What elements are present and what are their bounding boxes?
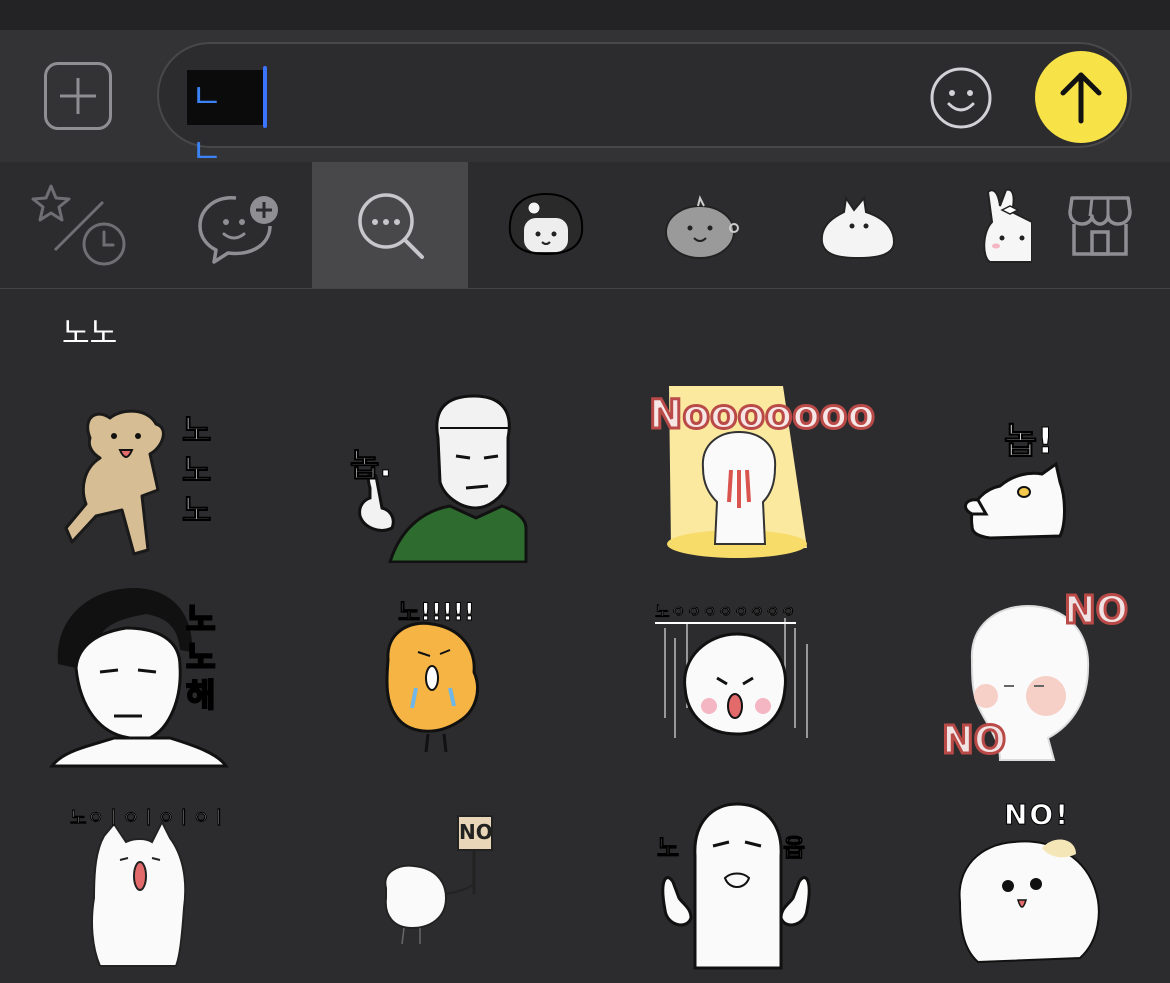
message-input-text: ㄴㄴ — [187, 70, 264, 172]
gray-blob-sticker-icon — [665, 195, 739, 259]
sticker-tab-bar — [0, 162, 1170, 289]
sticker-bear-no[interactable]: 노노노 — [30, 378, 250, 563]
sticker-caption: Nooooooo — [648, 391, 877, 440]
white-blob-sticker-icon — [820, 195, 896, 260]
sticker-caption: 노노노 — [182, 411, 212, 530]
chat-face-plus-icon — [198, 196, 278, 264]
sticker-bowlcut-nonohae[interactable]: 노노해 — [30, 588, 250, 773]
message-input[interactable]: ㄴㄴ — [157, 42, 1132, 172]
sticker-caption: NO — [1062, 587, 1129, 634]
sticker-caption: NO — [459, 820, 493, 844]
sticker-grid: 노노노 놉. Nooooooo 놉! 노노해 노!!!!! 노ㅇㅇㅇㅇㅇㅇㅇㅇ … — [0, 378, 1170, 973]
sticker-puppy-no[interactable]: NO! — [930, 798, 1150, 983]
emoji-smile-icon[interactable] — [929, 66, 993, 130]
star-clock-icon — [31, 184, 126, 266]
bunny-sticker-icon — [983, 188, 1032, 263]
top-bar — [0, 0, 1170, 30]
sticker-man-nope[interactable]: 놉. — [320, 378, 540, 563]
text-caret — [263, 66, 267, 128]
tab-recent-favorites[interactable] — [0, 162, 156, 288]
sticker-caption: 노 — [656, 834, 680, 863]
sticker-caption: NO! — [1003, 798, 1071, 832]
sticker-blob-no-sign[interactable]: NO — [320, 798, 540, 983]
tab-store[interactable] — [1032, 162, 1170, 288]
search-chat-icon — [358, 193, 424, 259]
message-composer: ㄴㄴ — [0, 30, 1170, 172]
sticker-screaming-rain[interactable]: 노ㅇㅇㅇㅇㅇㅇㅇㅇ — [625, 588, 845, 773]
sticker-caption: 노노해 — [185, 599, 216, 715]
sticker-white-seal-nope[interactable]: 놉! — [930, 378, 1150, 563]
sticker-caption: 노!!!!! — [398, 598, 476, 627]
sticker-caption-second: 옵 — [782, 834, 806, 863]
tab-pack-1[interactable] — [468, 162, 624, 288]
sticker-nooo-spotlight[interactable]: Nooooooo — [625, 378, 876, 563]
sticker-caption: 노ㅇㅇㅇㅇㅇㅇㅇㅇ — [655, 598, 797, 624]
sticker-caption: 놉. — [350, 446, 393, 485]
sticker-baby-no[interactable]: NO NO — [930, 587, 1150, 773]
sticker-caption: 놉! — [1004, 421, 1055, 463]
plus-icon — [60, 78, 96, 114]
girl-sticker-icon — [508, 192, 584, 256]
tab-pack-2[interactable] — [624, 162, 780, 288]
add-attachment-button[interactable] — [44, 62, 112, 130]
sticker-crying-chick[interactable]: 노!!!!! — [320, 588, 540, 773]
tab-emoticon-add[interactable] — [156, 162, 312, 288]
tab-search[interactable] — [312, 162, 468, 288]
sticker-caption-second: NO — [940, 717, 1007, 764]
send-button[interactable] — [1035, 51, 1127, 143]
search-result-title: 노노 — [62, 316, 118, 351]
sticker-white-cat-scream[interactable]: 노ㅇㅣㅇㅣㅇㅣㅇㅣ — [30, 798, 250, 983]
sticker-eggman-noop[interactable]: 노 옵 — [625, 798, 845, 983]
arrow-up-icon — [1060, 72, 1102, 124]
tab-pack-3[interactable] — [780, 162, 936, 288]
store-icon — [1068, 196, 1132, 256]
sticker-caption: 노ㅇㅣㅇㅣㅇㅣㅇㅣ — [70, 808, 229, 830]
